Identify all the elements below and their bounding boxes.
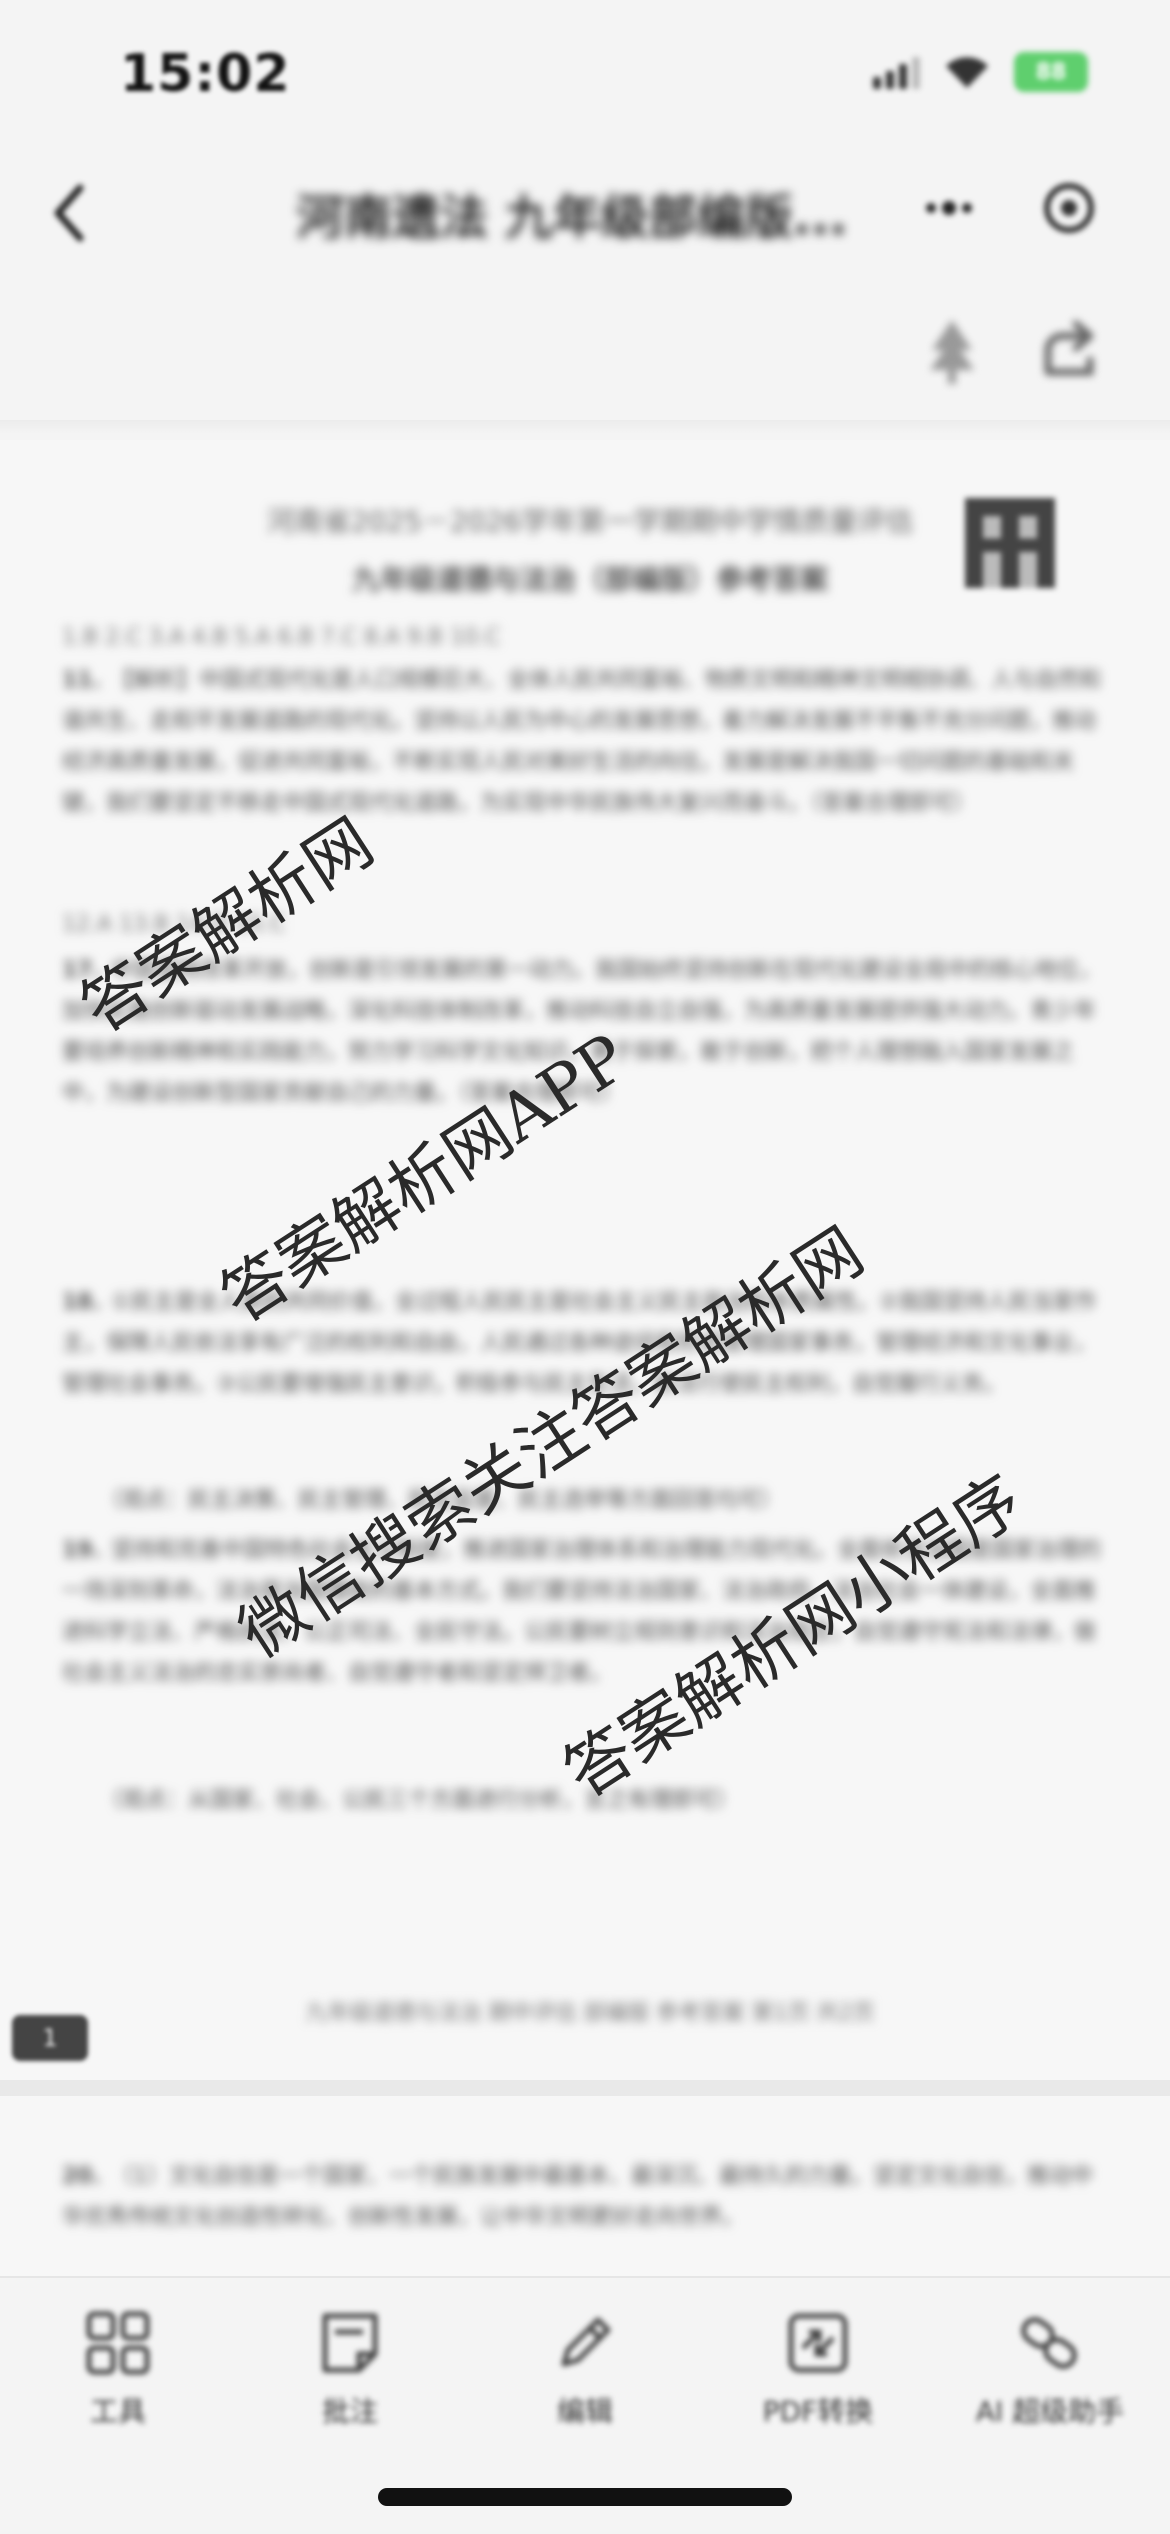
document-page-1[interactable]: 河南省2025－2026学年第一学期期中学情质量评估 九年级道德与法治（部编版）… (0, 440, 1170, 2080)
document-title: 河南遗法 九年级部编版... (296, 190, 848, 238)
pencil-icon (561, 2317, 611, 2367)
signal-icon (873, 55, 920, 89)
mini-program-capsule (890, 170, 1130, 246)
toolbar-label: 编辑 (556, 2395, 613, 2428)
home-indicator[interactable] (378, 2488, 792, 2506)
status-bar: 15:02 88 (0, 0, 1170, 150)
toolbar-label: PDF转换 (762, 2395, 874, 2428)
toolbar-tools-button[interactable]: 工具 (8, 2308, 228, 2430)
note-icon (322, 2313, 378, 2373)
pdf-convert-icon (788, 2313, 848, 2373)
question-20: 20. （1）文化自信是一个国家、一个民族发展中最基本、最深沉、最持久的力量。坚定… (62, 2164, 1093, 2230)
status-icons: 88 (873, 52, 1088, 92)
document-page-2[interactable]: 20. （1）文化自信是一个国家、一个民族发展中最基本、最深沉、最持久的力量。坚定… (0, 2096, 1170, 2276)
header-divider (0, 420, 1170, 434)
qr-code-icon (965, 498, 1055, 588)
close-target-icon[interactable] (1044, 183, 1094, 233)
page-number-badge: 1 (12, 2015, 88, 2061)
more-dots-icon[interactable] (926, 201, 972, 215)
link-icon (1021, 2317, 1077, 2369)
toolbar-annotate-button[interactable]: 批注 (240, 2308, 460, 2430)
status-time: 15:02 (120, 44, 291, 104)
page-separator (0, 2080, 1170, 2096)
back-chevron-icon[interactable] (40, 178, 100, 248)
question-11: 11. 【解析】中国式现代化是人口规模巨大、全体人民共同富裕、物质文明和精神文明相… (62, 668, 1101, 816)
share-icon[interactable] (1030, 310, 1110, 390)
toolbar-label: 工具 (89, 2395, 146, 2428)
grid-icon (86, 2311, 150, 2375)
page-title: 河南省2025－2026学年第一学期期中学情质量评估 (266, 505, 914, 538)
page-footer: 九年级道德与法治 期中评估 部编版 参考答案 第1页 共2页 (305, 2001, 875, 2026)
wifi-icon (946, 57, 988, 88)
secondary-toolbar (0, 290, 1170, 400)
toolbar-edit-button[interactable]: 编辑 (475, 2308, 695, 2430)
page-subtitle: 九年级道德与法治（部编版）参考答案 (351, 563, 828, 596)
answer-key-row-1: 1.B 2.C 3.A 4.B 5.A 6.B 7.C 8.A 9.B 10.C (62, 625, 501, 650)
toolbar-ai-assistant-button[interactable]: AI 超级助手 (940, 2308, 1160, 2430)
battery-icon: 88 (1014, 52, 1088, 92)
toolbar-label: 批注 (321, 2395, 378, 2428)
tree-icon[interactable] (912, 310, 992, 390)
toolbar-label: AI 超级助手 (975, 2395, 1125, 2428)
toolbar-pdf-convert-button[interactable]: PDF转换 (708, 2308, 928, 2430)
